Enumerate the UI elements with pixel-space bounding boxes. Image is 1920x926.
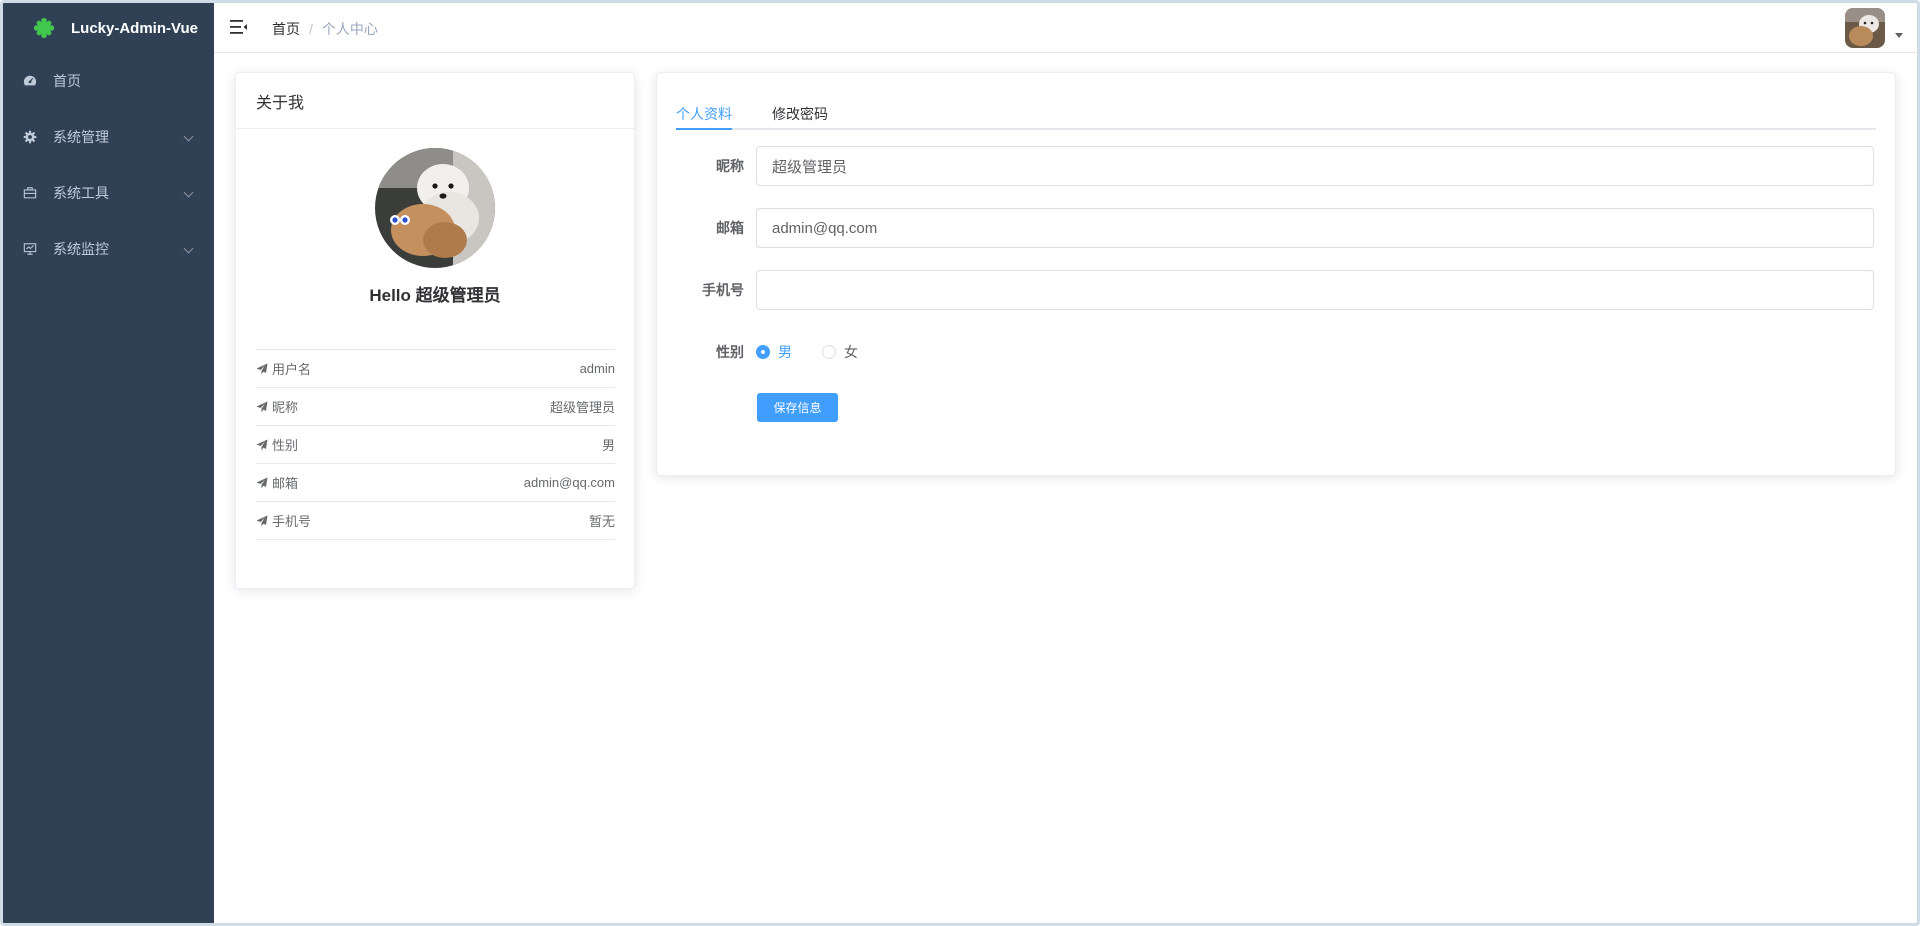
chevron-down-icon [183, 187, 194, 198]
form-row-email: 邮箱 [676, 208, 1876, 248]
profile-info-list: 用户名 admin 昵称 超级管理员 性别 男 邮箱 admin@qq.com … [256, 349, 615, 540]
logo[interactable]: Lucky-Admin-Vue [3, 3, 214, 53]
profile-card: 关于我 Hello 超级管理员 用户名 admin 昵称 超级管理员 性别 男 … [235, 72, 635, 589]
gender-radio-female[interactable]: 女 [822, 342, 858, 362]
sidebar-item-home[interactable]: 首页 [3, 53, 214, 109]
profile-tabs: 个人资料 修改密码 [676, 93, 1876, 130]
hamburger-icon[interactable] [230, 19, 248, 35]
phone-input[interactable] [756, 270, 1874, 310]
breadcrumb-separator: / [309, 21, 313, 37]
email-input[interactable] [756, 208, 1874, 248]
monitor-icon [23, 243, 37, 255]
profile-avatar[interactable] [375, 148, 495, 268]
info-value: 男 [601, 438, 615, 453]
info-value: admin [579, 361, 615, 376]
chevron-down-icon [183, 243, 194, 254]
profile-greeting: Hello 超级管理员 [369, 286, 501, 305]
sidebar-item-label: 系统监控 [53, 241, 109, 257]
radio-dot[interactable] [822, 345, 836, 359]
radio-label: 男 [778, 344, 792, 360]
paper-plane-icon [256, 439, 268, 450]
sidebar-item-system-management[interactable]: 系统管理 [3, 109, 214, 165]
info-row-nickname: 昵称 超级管理员 [256, 388, 615, 426]
breadcrumb-home[interactable]: 首页 [272, 19, 300, 39]
info-row-phone: 手机号 暂无 [256, 502, 615, 540]
info-label: 用户名 [272, 362, 312, 377]
info-row-username: 用户名 admin [256, 350, 615, 388]
avatar-photo [1845, 8, 1885, 48]
toolbox-icon [23, 187, 37, 199]
gender-radio-male[interactable]: 男 [756, 342, 792, 362]
paper-plane-icon [256, 363, 268, 374]
info-label: 手机号 [272, 514, 312, 529]
email-label: 邮箱 [716, 220, 744, 236]
breadcrumb-current: 个人中心 [321, 21, 378, 37]
app-title: Lucky-Admin-Vue [71, 19, 198, 37]
avatar-photo [375, 148, 495, 268]
info-label: 性别 [272, 438, 299, 453]
info-label: 邮箱 [272, 476, 299, 491]
chevron-down-icon [183, 131, 194, 142]
nickname-label: 昵称 [716, 158, 744, 174]
form-row-phone: 手机号 [676, 270, 1876, 310]
paper-plane-icon [256, 401, 268, 412]
info-value: admin@qq.com [523, 475, 615, 490]
paper-plane-icon [256, 477, 268, 488]
paper-plane-icon [256, 515, 268, 526]
app-main: 关于我 Hello 超级管理员 用户名 admin 昵称 超级管理员 性别 男 … [214, 53, 1917, 923]
sidebar-item-label: 首页 [53, 73, 81, 89]
radio-label: 女 [844, 344, 858, 360]
sidebar-item-system-tools[interactable]: 系统工具 [3, 165, 214, 221]
radio-dot[interactable] [756, 345, 770, 359]
sidebar-item-label: 系统工具 [53, 185, 109, 201]
sidebar-item-system-monitor[interactable]: 系统监控 [3, 221, 214, 277]
info-label: 昵称 [272, 400, 299, 415]
dashboard-icon [23, 75, 37, 86]
tab-change-password[interactable]: 修改密码 [772, 104, 828, 124]
info-row-gender: 性别 男 [256, 426, 615, 464]
sidebar: Lucky-Admin-Vue 首页 系统管理 系统工具 系统监控 [3, 3, 214, 923]
phone-label: 手机号 [702, 282, 744, 298]
tab-basic-info[interactable]: 个人资料 [676, 104, 732, 124]
gear-icon [23, 130, 37, 144]
form-row-gender: 性别 男 女 [676, 332, 1876, 372]
form-row-nickname: 昵称 [676, 146, 1876, 186]
active-tab-indicator [676, 128, 732, 130]
edit-profile-card: 个人资料 修改密码 昵称 邮箱 手机号 性别 男 女 [656, 72, 1896, 476]
logo-icon [33, 17, 55, 39]
save-button[interactable]: 保存信息 [757, 393, 838, 422]
user-avatar[interactable] [1845, 8, 1885, 48]
info-value: 暂无 [588, 514, 615, 529]
info-value: 超级管理员 [549, 400, 615, 415]
nickname-input[interactable] [756, 146, 1874, 186]
info-row-email: 邮箱 admin@qq.com [256, 464, 615, 502]
gender-label: 性别 [716, 344, 744, 360]
caret-down-icon[interactable] [1895, 33, 1903, 38]
breadcrumb: 首页 / 个人中心 [272, 19, 378, 39]
profile-card-title: 关于我 [236, 73, 634, 129]
sidebar-item-label: 系统管理 [53, 129, 109, 145]
navbar: 首页 / 个人中心 [214, 3, 1917, 53]
